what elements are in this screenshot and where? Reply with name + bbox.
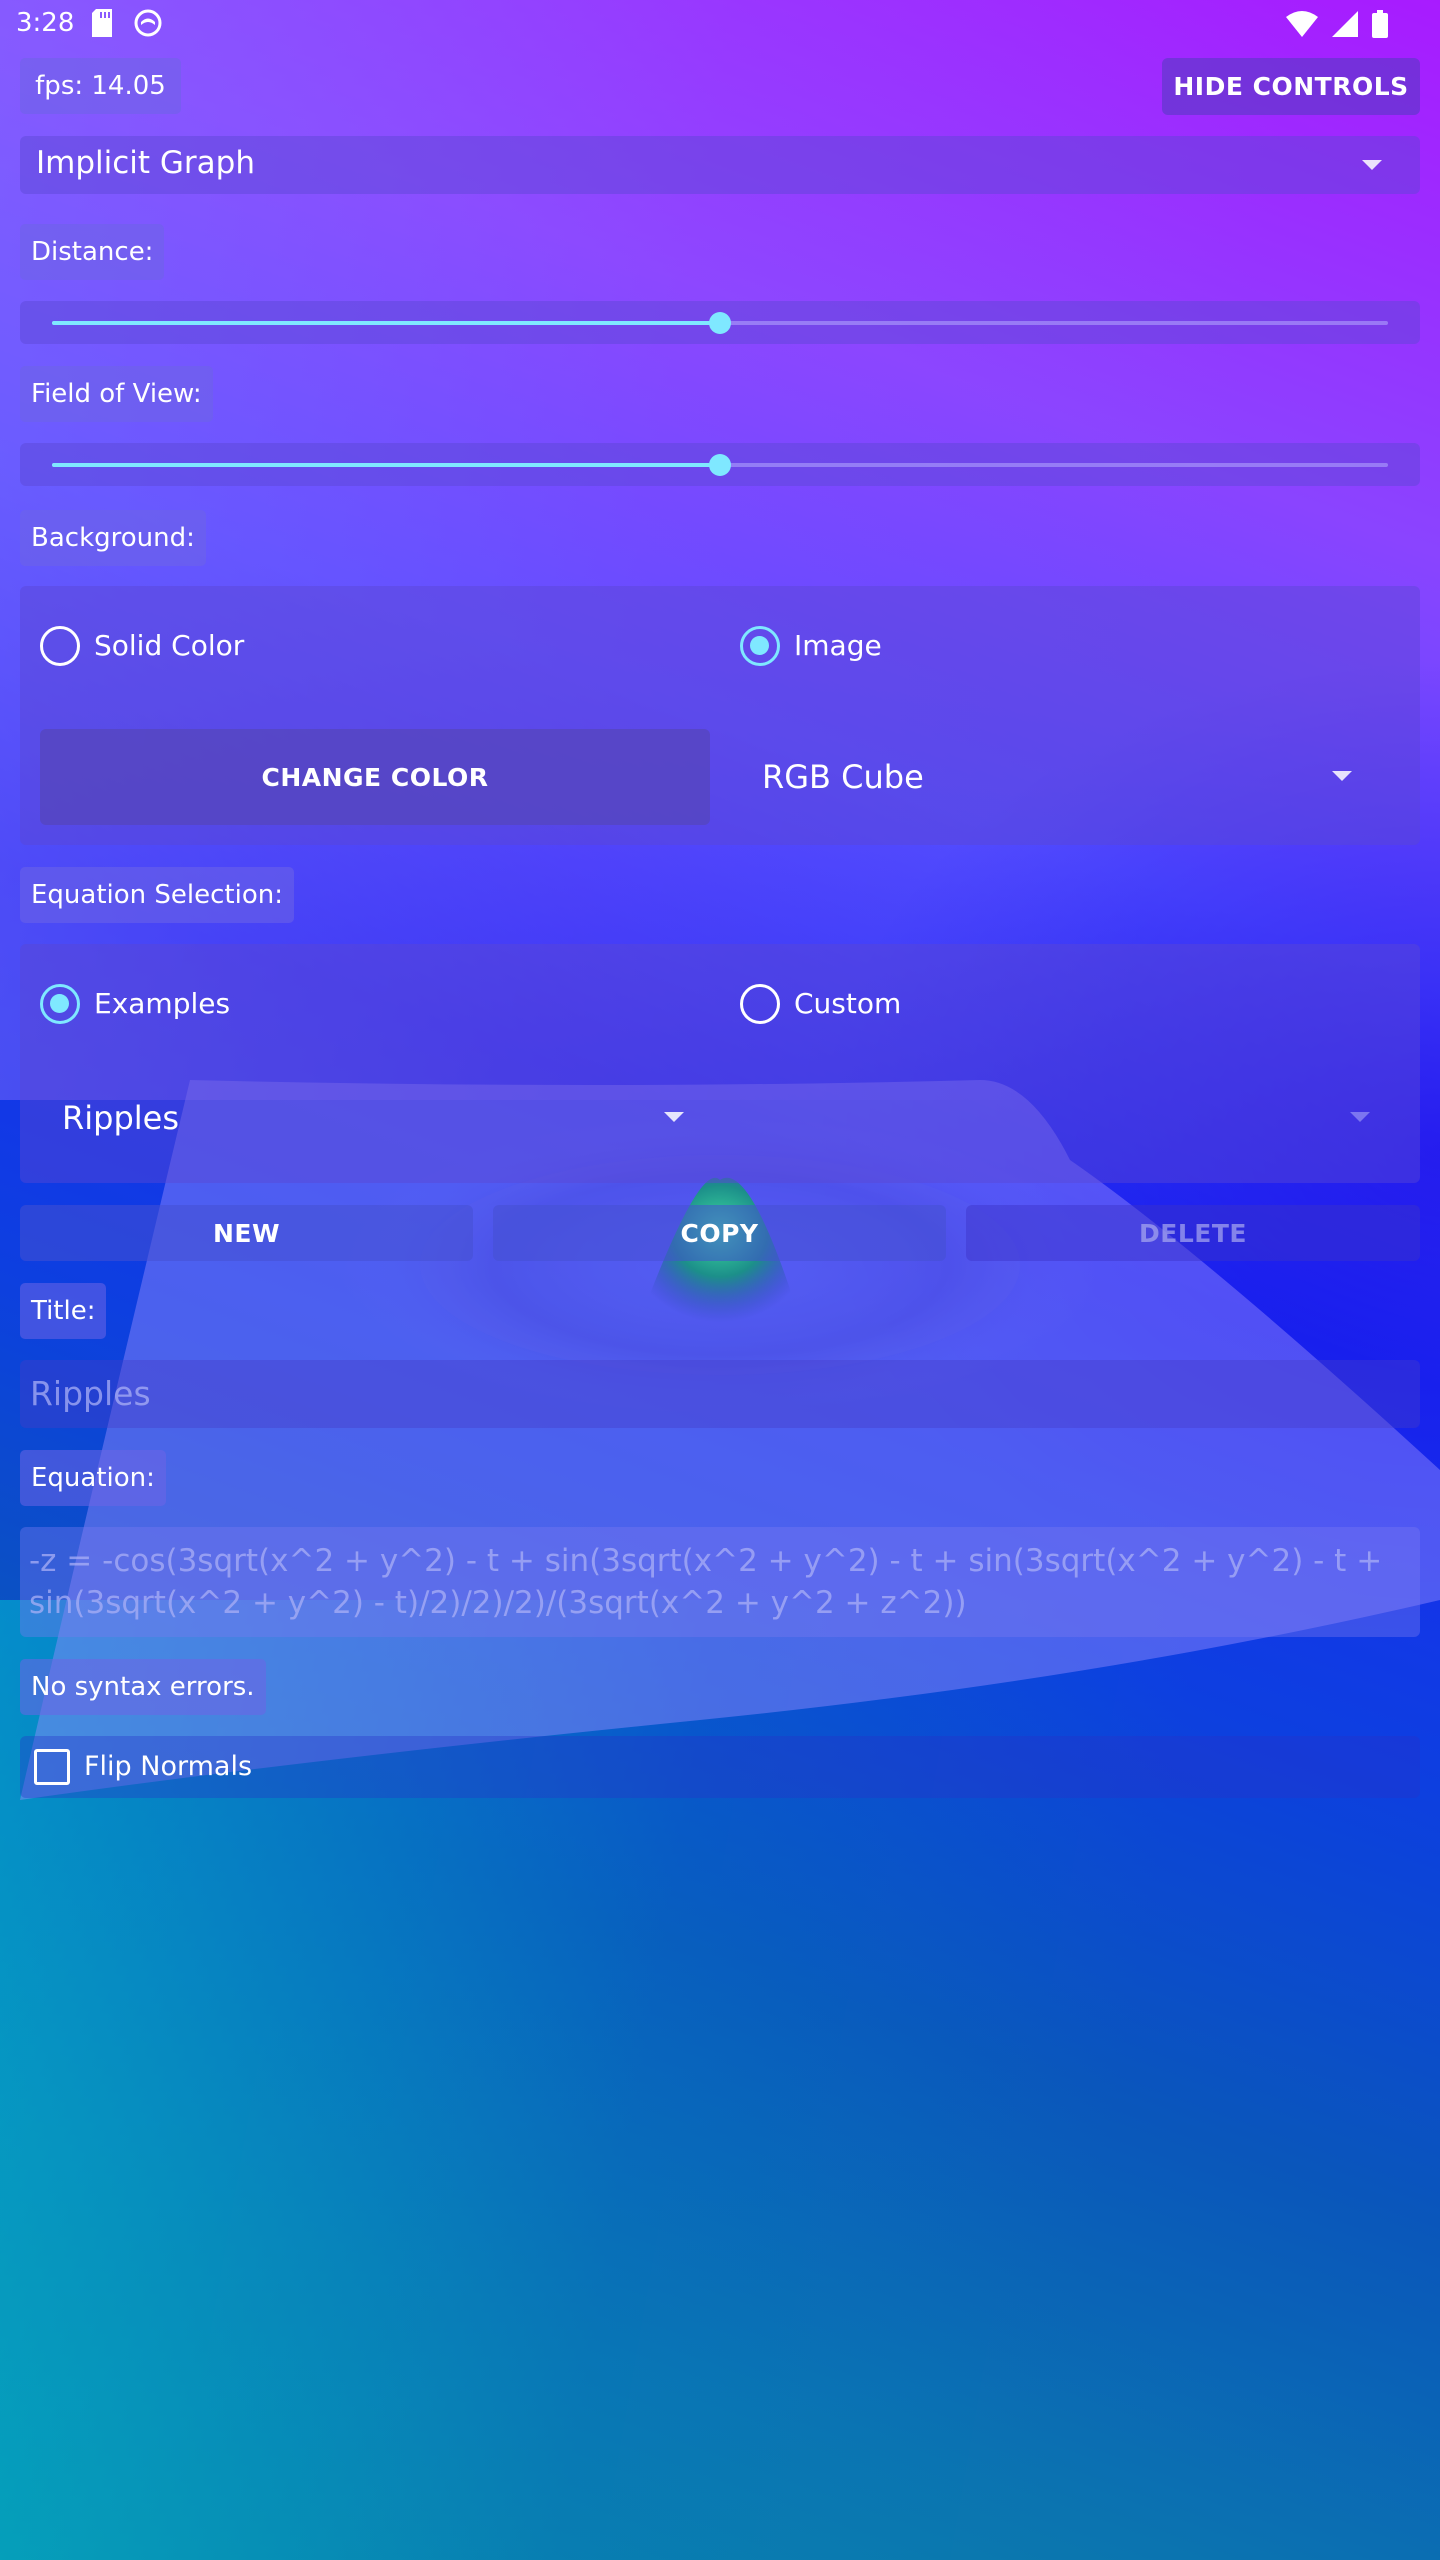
- equation-label: Equation:: [20, 1450, 166, 1506]
- new-equation-button[interactable]: NEW: [20, 1205, 473, 1261]
- image-radio[interactable]: [740, 626, 780, 666]
- examples-radio[interactable]: [40, 984, 80, 1024]
- delete-equation-button[interactable]: DELETE: [966, 1205, 1420, 1261]
- example-equation-value: Ripples: [62, 1099, 179, 1137]
- title-input[interactable]: Ripples: [20, 1360, 1420, 1428]
- chevron-down-icon: [1362, 160, 1382, 170]
- wifi-icon: [1286, 11, 1318, 37]
- status-bar: 3:28: [0, 0, 1440, 50]
- status-right-icons: [1286, 10, 1388, 38]
- fps-counter: fps: 14.05: [20, 58, 181, 114]
- graph-type-dropdown[interactable]: Implicit Graph: [20, 136, 1420, 194]
- flip-normals-row[interactable]: Flip Normals: [20, 1736, 1420, 1798]
- graph-type-value: Implicit Graph: [36, 145, 255, 181]
- custom-label[interactable]: Custom: [794, 987, 901, 1020]
- sd-card-icon: [92, 9, 112, 37]
- field-of-view-slider[interactable]: [20, 443, 1420, 486]
- background-label: Background:: [20, 510, 206, 566]
- hide-controls-button[interactable]: HIDE CONTROLS: [1162, 58, 1420, 115]
- cell-signal-icon: [1332, 11, 1358, 37]
- distance-slider[interactable]: [20, 301, 1420, 344]
- battery-icon: [1372, 10, 1388, 38]
- image-label[interactable]: Image: [794, 629, 882, 662]
- title-label: Title:: [20, 1283, 107, 1339]
- field-of-view-slider-fill: [52, 463, 720, 467]
- distance-slider-thumb[interactable]: [709, 312, 731, 334]
- status-time: 3:28: [16, 8, 75, 38]
- solid-color-label[interactable]: Solid Color: [94, 629, 244, 662]
- field-of-view-slider-thumb[interactable]: [709, 454, 731, 476]
- background-panel: Solid Color Image CHANGE COLOR RGB Cube: [20, 586, 1420, 845]
- equation-input-line-1: -z = -cos(3sqrt(x^2 + y^2) - t + sin(3sq…: [29, 1543, 1383, 1579]
- background-image-dropdown[interactable]: RGB Cube: [740, 729, 1400, 825]
- equation-selection-label: Equation Selection:: [20, 867, 294, 923]
- flip-normals-label[interactable]: Flip Normals: [84, 1751, 252, 1782]
- status-left-icons: [92, 9, 162, 37]
- custom-equation-chevron-down-icon[interactable]: [1350, 1112, 1370, 1122]
- flip-normals-checkbox[interactable]: [34, 1749, 70, 1785]
- field-of-view-label: Field of View:: [20, 366, 213, 422]
- chevron-down-icon: [664, 1112, 684, 1122]
- notification-app-icon: [134, 9, 162, 37]
- distance-label: Distance:: [20, 224, 165, 280]
- distance-slider-fill: [52, 321, 720, 325]
- syntax-status: No syntax errors.: [20, 1659, 266, 1715]
- example-equation-dropdown[interactable]: Ripples: [40, 1074, 710, 1162]
- copy-equation-button[interactable]: COPY: [493, 1205, 946, 1261]
- solid-color-radio[interactable]: [40, 626, 80, 666]
- equation-input[interactable]: -z = -cos(3sqrt(x^2 + y^2) - t + sin(3sq…: [20, 1527, 1420, 1637]
- equation-input-line-2: sin(3sqrt(x^2 + y^2) - t)/2)/2)/2)/(3sqr…: [29, 1585, 967, 1621]
- title-input-value: Ripples: [30, 1374, 151, 1413]
- chevron-down-icon: [1332, 771, 1352, 781]
- background-image-value: RGB Cube: [762, 758, 924, 796]
- change-color-button[interactable]: CHANGE COLOR: [40, 729, 710, 825]
- examples-label[interactable]: Examples: [94, 987, 230, 1020]
- equation-selection-panel: Examples Custom Ripples: [20, 944, 1420, 1183]
- custom-radio[interactable]: [740, 984, 780, 1024]
